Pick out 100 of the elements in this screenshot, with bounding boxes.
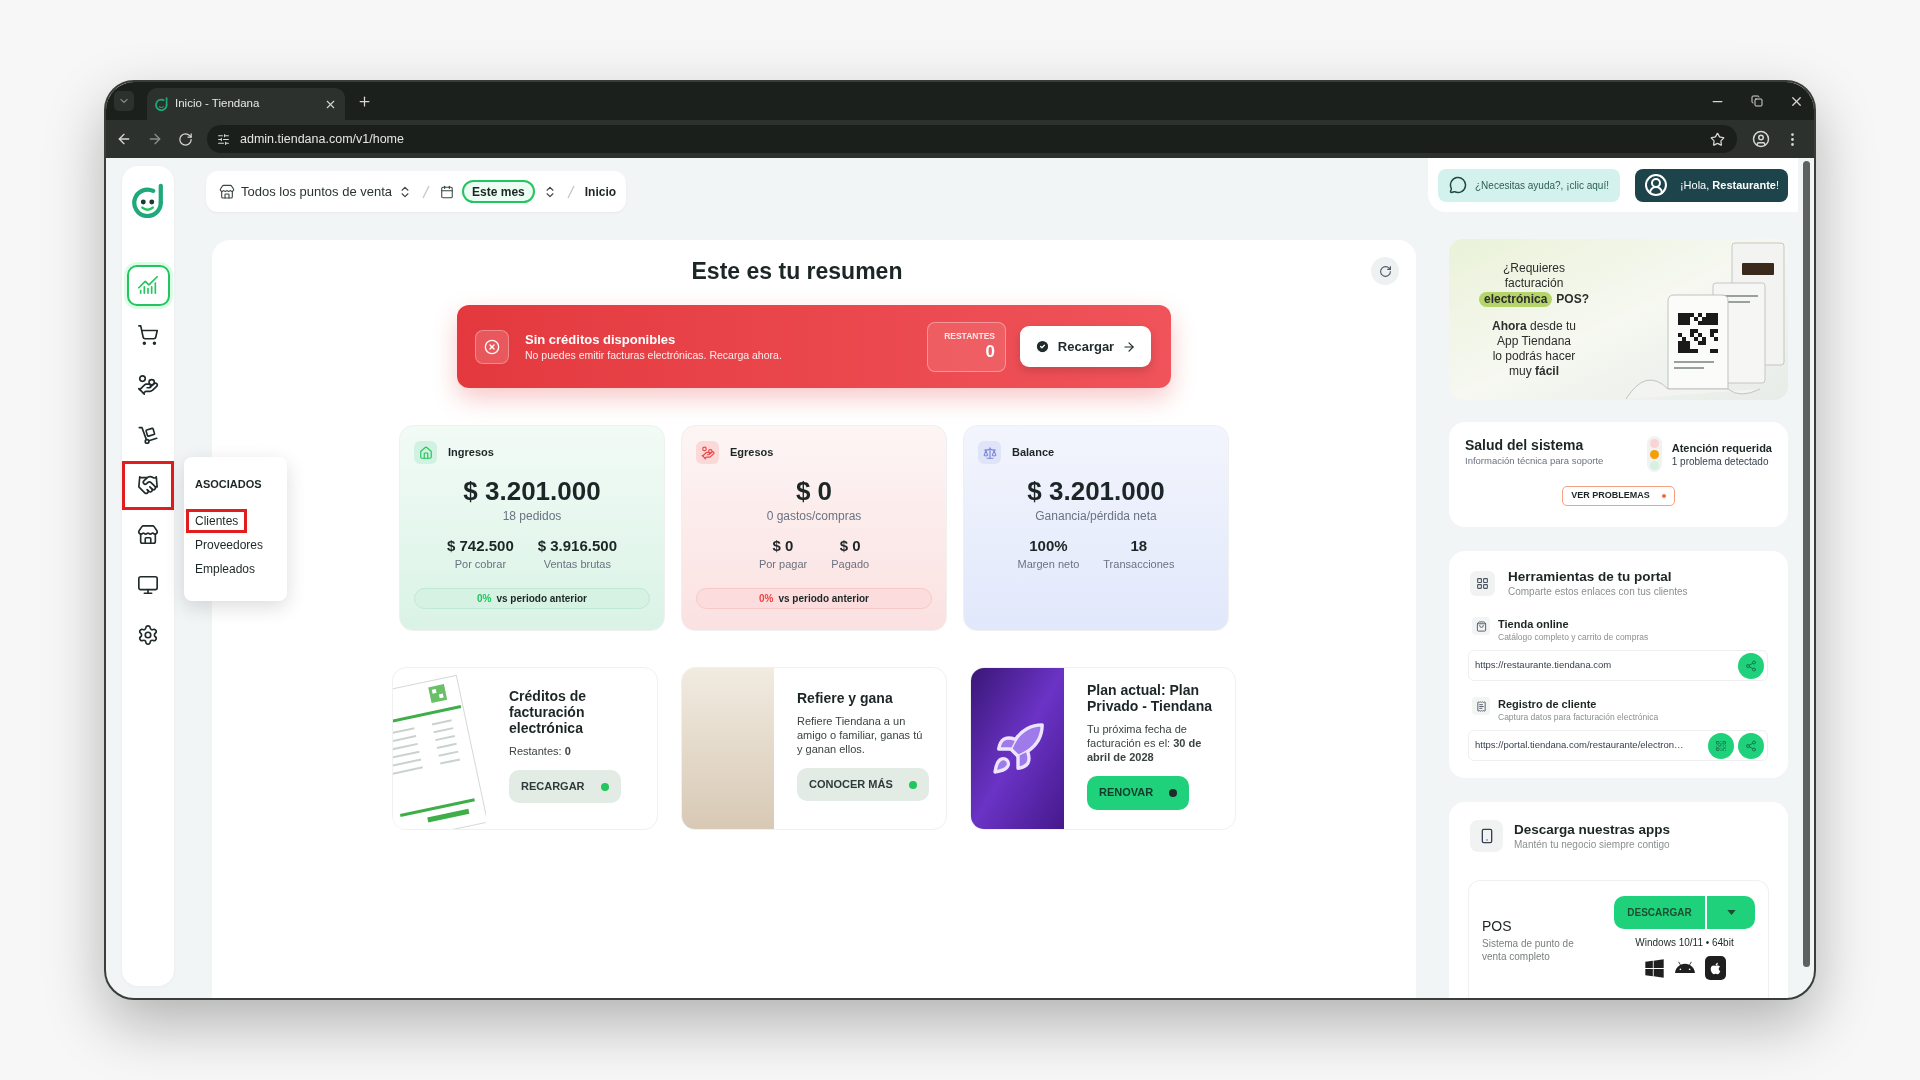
stat-value: $ 3.201.000 <box>463 476 601 506</box>
tab-list-button[interactable] <box>114 91 134 111</box>
store-selector[interactable]: Todos los puntos de venta <box>219 181 413 202</box>
detail-label: Ventas brutas <box>543 557 611 571</box>
stat-value: $ 3.201.000 <box>1027 476 1165 506</box>
share-button[interactable] <box>1738 652 1764 679</box>
promo-button[interactable]: RECARGAR <box>509 770 621 803</box>
detail-value: 18 <box>1130 537 1148 555</box>
banner-text: Ahora desde tu App Tiendana lo podrás hacer muy fácil <box>1491 318 1577 379</box>
link-title: Registro de cliente <box>1498 697 1598 711</box>
new-tab-icon[interactable] <box>357 93 372 109</box>
promo-text: Restantes: 0 <box>509 744 572 758</box>
error-icon <box>475 329 509 364</box>
card-subtitle: Mantén tu negocio siempre contigo <box>1514 838 1671 851</box>
refresh-button[interactable] <box>1371 257 1399 285</box>
logo-icon <box>155 97 168 111</box>
qr-code-icon <box>1715 739 1727 752</box>
banner-question-end: POS? <box>1556 291 1589 307</box>
share-icon <box>1745 739 1757 752</box>
promo-title: Créditos de facturación electrónica <box>509 688 587 736</box>
app-name: POS <box>1482 918 1513 935</box>
browser-tab[interactable]: Inicio - Tiendana <box>147 88 345 120</box>
chat-bubble-icon <box>1449 176 1467 194</box>
stat-caption: 0 gastos/compras <box>766 509 862 524</box>
banner-question: ¿Requieres facturación <box>1502 260 1566 291</box>
card-title: Salud del sistema <box>1465 436 1585 454</box>
submenu-title: ASOCIADOS <box>194 477 263 491</box>
promo-title: Plan actual: Plan Privado - Tiendana <box>1087 681 1213 714</box>
promo-button[interactable]: CONOCER MÁS <box>797 768 929 801</box>
store-icon <box>137 524 159 546</box>
breadcrumb-current: Inicio <box>584 183 617 201</box>
address-bar[interactable]: admin.tiendana.com/v1/home <box>207 125 1737 153</box>
change-value: 0% <box>759 592 774 606</box>
bag-icon <box>1472 617 1490 635</box>
link-subtitle: Captura datos para facturación electrónica <box>1498 711 1659 723</box>
qr-button[interactable] <box>1708 732 1734 759</box>
download-button[interactable]: DESCARGAR <box>1614 896 1705 929</box>
detail-label: Margen neto <box>1017 557 1080 571</box>
detail-value: 100% <box>1029 537 1068 555</box>
check-circle-icon <box>1034 339 1050 354</box>
share-icon <box>1745 659 1757 672</box>
card-title: Descarga nuestras apps <box>1514 821 1671 838</box>
stat-value: $ 0 <box>795 476 833 506</box>
stat-caption: Ganancia/pérdida neta <box>1035 509 1157 524</box>
submenu-item[interactable]: Proveedores <box>186 533 273 557</box>
forward-icon[interactable] <box>147 131 163 147</box>
scale-icon <box>978 441 1001 464</box>
system-requirements: Windows 10/11 • 64bit <box>1635 936 1734 949</box>
logo-icon <box>132 183 164 218</box>
caret-down-icon <box>1726 910 1736 915</box>
site-settings-icon[interactable] <box>217 132 230 146</box>
settings-icon <box>137 624 159 646</box>
store-icon <box>219 183 235 200</box>
submenu-item[interactable]: Empleados <box>186 557 265 581</box>
user-avatar-icon <box>1644 173 1668 197</box>
card-subtitle: Comparte estos enlaces con tus clientes <box>1508 585 1688 598</box>
receipt-icon <box>1472 697 1490 715</box>
cart-icon <box>137 324 159 346</box>
change-label: vs periodo anterior <box>778 592 869 606</box>
share-button[interactable] <box>1738 732 1764 759</box>
detail-label: Transacciones <box>1103 557 1175 571</box>
help-button[interactable]: ¿Necesitas ayuda?, ¡clic aquí! <box>1438 168 1620 202</box>
period-selector[interactable]: Este mes <box>462 180 535 203</box>
stat-label: Balance <box>1012 445 1055 461</box>
reload-icon[interactable] <box>178 131 193 147</box>
detail-value: $ 742.500 <box>447 537 514 555</box>
detail-label: Por pagar <box>758 557 808 571</box>
profile-icon[interactable] <box>1752 130 1770 148</box>
star-icon[interactable] <box>1710 131 1725 147</box>
change-value: 0% <box>477 592 492 606</box>
arrow-right-icon <box>1122 339 1137 354</box>
hand-truck-icon <box>137 424 159 446</box>
user-button[interactable]: ¡Hola, Restaurante! <box>1635 168 1788 202</box>
promo-button[interactable]: RENOVAR <box>1087 775 1190 810</box>
highlight-tag: electrónica <box>1478 291 1553 307</box>
house-icon <box>414 441 437 464</box>
scrollbar-thumb[interactable] <box>1802 161 1810 967</box>
restore-icon[interactable] <box>1751 95 1763 107</box>
smartphone-icon <box>1470 820 1503 852</box>
change-label: vs periodo anterior <box>496 592 587 606</box>
back-icon[interactable] <box>116 131 132 147</box>
sidebar-button[interactable] <box>122 460 174 510</box>
alert-message: No puedes emitir facturas electrónicas. Recarga ahora. <box>525 347 782 362</box>
tab-title: Inicio - Tiendana <box>175 96 260 112</box>
submenu-item[interactable]: Clientes <box>186 509 248 533</box>
detail-value: $ 0 <box>839 537 861 555</box>
app-description: Sistema de punto de venta completo <box>1482 937 1575 963</box>
recharge-button[interactable]: Recargar <box>1020 326 1151 367</box>
view-problems-button[interactable]: VER PROBLEMAS <box>1562 486 1675 506</box>
detail-value: $ 0 <box>772 537 794 555</box>
handshake-icon <box>137 474 159 496</box>
stat-label: Ingresos <box>448 445 494 461</box>
windows-icon <box>1643 957 1665 979</box>
slash-icon <box>422 184 431 199</box>
card-title: Herramientas de tu portal <box>1508 568 1673 585</box>
card-subtitle: Información técnica para soporte <box>1465 454 1604 467</box>
counter-label: RESTANTES <box>944 331 995 342</box>
promo-text: Tu próxima fecha de facturación es el: 30 de abril de 2028 <box>1087 721 1203 764</box>
promo-text: Refiere Tiendana a un amigo o familiar, ganas tú y ganan ellos. <box>797 714 924 756</box>
page-title: Este es tu resumen <box>691 257 903 286</box>
